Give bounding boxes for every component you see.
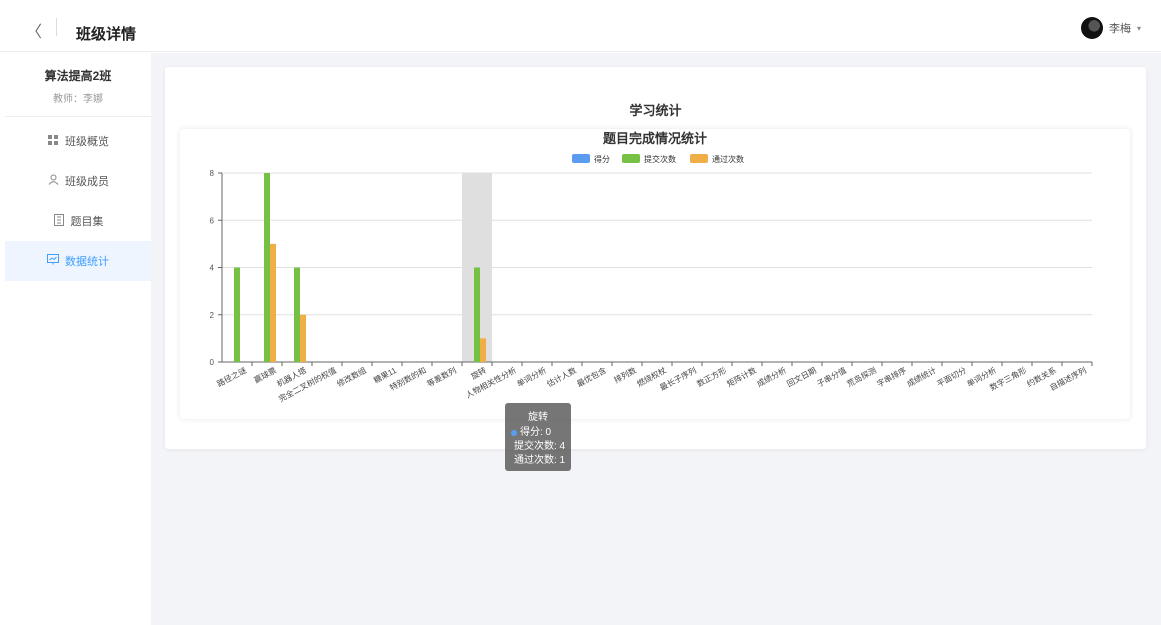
- user-name[interactable]: 李梅: [1109, 20, 1131, 36]
- tooltip-row: 提交次数: 4: [511, 440, 565, 454]
- chart-tooltip: 旋转 得分: 0 提交次数: 4 通过次数: 1: [505, 403, 571, 471]
- y-tick-label: 8: [210, 169, 215, 178]
- tooltip-row: 通过次数: 1: [511, 454, 565, 468]
- class-header: 算法提高2班 教师：李娜: [5, 53, 151, 117]
- legend-swatch: [690, 154, 708, 163]
- chevron-down-icon[interactable]: ▾: [1137, 24, 1141, 33]
- x-tick-label: 人物相关性分析: [464, 365, 518, 400]
- chart-title: 题目完成情况统计: [603, 131, 707, 146]
- legend-label: 提交次数: [644, 154, 676, 164]
- x-tick-label: 路径之谜: [215, 365, 248, 389]
- legend-label: 得分: [594, 154, 610, 164]
- chart[interactable]: 题目完成情况统计得分 提交次数 通过次数02468路径之谜 赢球票机器人塔完全二叉树的…: [180, 129, 1130, 419]
- x-tick-label: 修改数组: [335, 365, 368, 389]
- bar: [300, 314, 306, 362]
- x-tick-label: 赢球票: [252, 365, 278, 385]
- y-tick-label: 2: [210, 311, 215, 320]
- section-title: 学习统计: [629, 103, 682, 118]
- sidebar-item-label: 班级概览: [65, 136, 109, 148]
- sidebar-item-statistics[interactable]: 数据统计: [5, 241, 151, 281]
- avatar[interactable]: [1080, 17, 1103, 39]
- statistics-card: 学习统计 题目完成情况统计 得分 提交次数 通过次数 0 2 4 6 8 路径之谜 赢球票 机器人塔完…: [165, 67, 1146, 471]
- top-bar: 〈 班级详情 李梅 ▾: [0, 0, 1161, 52]
- tooltip-value: 提交次数: 4: [514, 441, 566, 452]
- legend-swatch: [622, 154, 640, 163]
- tooltip-title: 旋转: [528, 412, 548, 423]
- sidebar-item-members[interactable]: 班级成员: [5, 161, 151, 201]
- x-tick-label: 回文日期: [785, 365, 818, 389]
- sidebar-item-label: 题目集: [70, 216, 104, 228]
- sidebar: 算法提高2班 教师：李娜 班级概览 班级成员 题目集 数据统计: [5, 53, 151, 625]
- bar: [270, 243, 276, 362]
- grid-icon: [47, 134, 59, 148]
- chart-container: 题目完成情况统计 得分 提交次数 通过次数 0 2 4 6 8 路径之谜 赢球票 机器人塔 完全二叉树的…: [180, 129, 1130, 471]
- x-tick-label: 成绩分析: [755, 365, 788, 389]
- bar: [294, 267, 300, 362]
- document-icon: [53, 213, 65, 229]
- x-tick-label: 矩阵计数: [725, 365, 758, 389]
- x-tick-label: 排列数: [612, 365, 638, 385]
- y-tick-label: 4: [210, 264, 215, 273]
- tooltip-dot: [511, 430, 517, 436]
- page-title: 班级详情: [76, 26, 137, 43]
- user-menu[interactable]: 李梅 ▾: [1080, 17, 1141, 39]
- chart-board-icon: [47, 254, 59, 268]
- chevron-left-icon[interactable]: 〈: [26, 18, 42, 42]
- teacher-name: 教师：李娜: [53, 94, 103, 105]
- sidebar-item-problem-set[interactable]: 题目集: [5, 201, 151, 241]
- tooltip-value: 通过次数: 1: [514, 455, 566, 466]
- x-tick-label: 等差数列: [425, 365, 458, 389]
- sidebar-item-overview[interactable]: 班级概览: [5, 121, 151, 161]
- x-tick-label: 子串分值: [815, 365, 848, 389]
- bar: [264, 173, 270, 362]
- y-tick-label: 6: [210, 216, 215, 225]
- y-tick-label: 0: [210, 358, 215, 367]
- sidebar-item-label: 数据统计: [65, 256, 109, 268]
- main-content: 学习统计 题目完成情况统计 得分 提交次数 通过次数 0 2 4 6 8 路径之谜 赢球票 机器人塔完…: [151, 53, 1161, 625]
- user-icon: [47, 174, 59, 188]
- x-tick-label: 估计人数: [545, 365, 578, 389]
- legend-label: 通过次数: [712, 154, 744, 164]
- x-tick-label: 数正方形: [695, 365, 728, 389]
- x-tick-label: 成绩统计: [905, 365, 938, 389]
- bar: [234, 267, 240, 362]
- x-tick-label: 荒岛探测: [845, 365, 878, 389]
- x-tick-label: 平面切分: [935, 366, 967, 389]
- x-tick-label: 旋转: [469, 365, 488, 381]
- bar: [474, 267, 480, 362]
- tooltip-row: 得分: 0: [511, 426, 565, 440]
- legend-swatch: [572, 154, 590, 163]
- class-name: 算法提高2班: [44, 69, 112, 83]
- divider: [56, 18, 57, 36]
- x-tick-label: 单词分析: [515, 365, 548, 389]
- sidebar-item-label: 班级成员: [65, 176, 109, 188]
- x-tick-label: 字串排序: [875, 365, 908, 389]
- tooltip-value: 得分: 0: [520, 427, 552, 438]
- bar: [480, 338, 486, 362]
- x-tick-label: 最优包含: [575, 365, 608, 389]
